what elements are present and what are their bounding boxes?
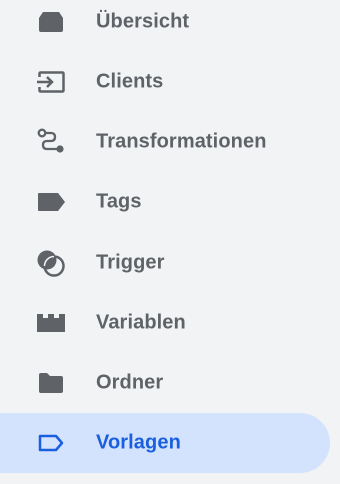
- template-icon: [34, 426, 68, 460]
- transformations-icon: [34, 125, 68, 159]
- sidebar-item-overview[interactable]: Übersicht: [0, 0, 330, 52]
- clients-icon: [34, 65, 68, 99]
- sidebar-item-variables[interactable]: Variablen: [0, 293, 330, 353]
- sidebar-item-label: Übersicht: [96, 10, 190, 33]
- sidebar-item-label: Tags: [96, 190, 142, 213]
- sidebar-item-label: Ordner: [96, 371, 164, 394]
- sidebar-item-label: Vorlagen: [96, 431, 181, 454]
- tag-icon: [34, 185, 68, 219]
- sidebar-item-tags[interactable]: Tags: [0, 172, 330, 232]
- sidebar-item-label: Variablen: [96, 311, 186, 334]
- trigger-icon: [34, 246, 68, 280]
- sidebar-item-label: Trigger: [96, 251, 165, 274]
- sidebar-item-label: Transformationen: [96, 130, 267, 153]
- sidebar-nav: Übersicht Clients Transformationen Tags …: [0, 0, 340, 484]
- sidebar-item-trigger[interactable]: Trigger: [0, 233, 330, 293]
- variables-icon: [34, 306, 68, 340]
- sidebar-item-templates[interactable]: Vorlagen: [0, 413, 330, 473]
- sidebar-item-clients[interactable]: Clients: [0, 52, 330, 112]
- sidebar-item-folder[interactable]: Ordner: [0, 353, 330, 413]
- sidebar-item-transformations[interactable]: Transformationen: [0, 112, 330, 172]
- sidebar-item-label: Clients: [96, 70, 164, 93]
- overview-icon: [34, 5, 68, 39]
- folder-icon: [34, 366, 68, 400]
